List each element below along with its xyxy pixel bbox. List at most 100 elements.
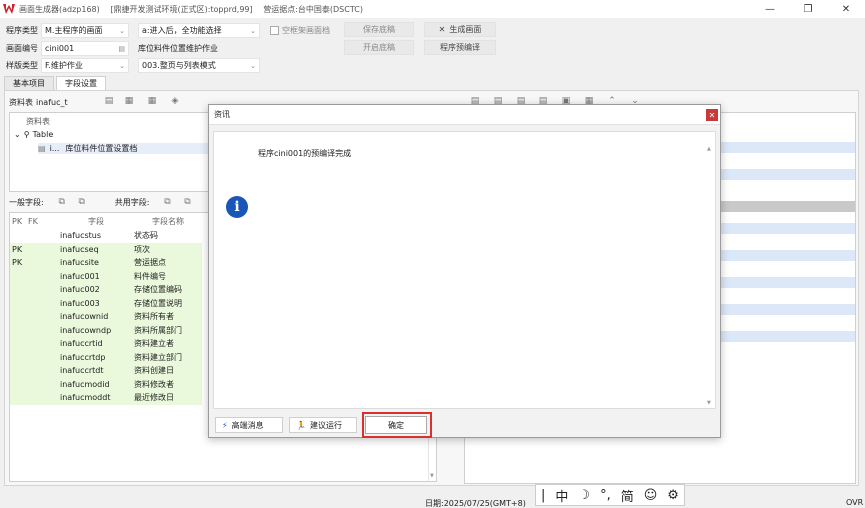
cell-name: 营运据点 (134, 258, 166, 268)
window-titlebar: 画面生成器(adzp168) [鼎捷开发测试环境(正式区):topprd,99]… (0, 0, 865, 18)
ime-lang-toggle[interactable]: 中 (555, 486, 568, 505)
app-title: 画面生成器(adzp168) (19, 4, 100, 14)
dialog-close-button[interactable]: ✕ (706, 109, 718, 121)
table-row[interactable]: inafucmodid 资料修改者 (10, 377, 202, 391)
lookup-icon[interactable]: ▤ (118, 45, 125, 53)
cell-field: inafuccrtdp (60, 352, 106, 362)
high-end-message-button[interactable]: ⚡ 高端消息 (215, 417, 283, 433)
table-row[interactable]: inafuccrtdt 资料创建日 (10, 364, 202, 378)
dialog-scrollbar[interactable]: ▲ ▼ (707, 146, 713, 406)
prog-type-label: 程序类型 (6, 25, 38, 35)
copy-icon[interactable]: ⧉ (57, 197, 67, 207)
cell-field: inafuccrtid (60, 339, 103, 349)
restore-button[interactable]: ❐ (789, 0, 827, 18)
shared-fields-label: 共用字段: (114, 197, 150, 207)
status-ovr: OVR (846, 498, 864, 507)
cell-name: 资料创建日 (134, 366, 174, 376)
cell-pk: PK (12, 258, 23, 268)
lightning-icon: ⚡ (222, 420, 228, 430)
punct-icon[interactable]: °, (600, 488, 611, 503)
empty-frame-checkbox[interactable] (270, 25, 279, 35)
table-settings-icon[interactable]: ▦ (124, 96, 134, 106)
pin-icon: ⚲ (23, 130, 30, 139)
tag-icon[interactable]: ◈ (170, 96, 180, 106)
minimize-button[interactable]: — (751, 0, 789, 18)
pre-compile-button[interactable]: 程序预编译 (424, 40, 496, 55)
emoji-icon[interactable]: ☺ (644, 488, 658, 503)
shared-copy-icon[interactable]: ⧉ (162, 197, 172, 207)
cell-name: 最近修改日 (134, 393, 174, 403)
table-row[interactable]: inafuc003 存储位置说明 (10, 296, 202, 310)
gear-icon[interactable]: ⚙ (667, 488, 679, 503)
table-row[interactable]: inafuccrtdp 资料建立部门 (10, 350, 202, 364)
copy-all-icon[interactable]: ⧉ (77, 197, 87, 207)
table-row[interactable]: inafucstus 状态码 (10, 229, 202, 243)
cell-pk: PK (12, 244, 23, 254)
cell-name: 资料所有者 (134, 312, 174, 322)
site-label: 营运据点:台中国泰(DSCTC) (263, 4, 363, 14)
cell-field: inafuc001 (60, 271, 100, 281)
scroll-down-icon[interactable]: ▼ (707, 400, 711, 406)
tree-root[interactable]: ⌄ ⚲ Table (14, 130, 53, 139)
cell-field: inafuc002 (60, 285, 100, 295)
dialog-body: 程序cini001的预编译完成 i ▲ ▼ (213, 131, 716, 409)
chevron-down-icon: ⌄ (119, 61, 125, 70)
general-fields-label: 一般字段: (9, 197, 44, 207)
suggest-run-button[interactable]: 🏃 建议运行 (289, 417, 357, 433)
tree-item-inafuc[interactable]: ▤ i... 库位料件位置设置档 (38, 143, 208, 154)
collapse-icon[interactable]: ⌄ (14, 130, 21, 139)
moon-icon[interactable]: ☽ (578, 488, 590, 503)
table-row[interactable]: inafucownid 资料所有者 (10, 310, 202, 324)
table-row[interactable]: inafuccrtid 资料建立者 (10, 337, 202, 351)
cell-name: 资料建立者 (134, 339, 174, 349)
cell-name: 资料所属部门 (134, 325, 182, 335)
shared-copy-all-icon[interactable]: ⧉ (182, 197, 192, 207)
tab-basic-items[interactable]: 基本项目 (4, 76, 54, 90)
simplified-toggle[interactable]: 简 (621, 486, 634, 505)
env-label: [鼎捷开发测试环境(正式区):topprd,99] (110, 4, 253, 14)
table-tree-panel: 资料表 ⌄ ⚲ Table ▤ i... 库位料件位置设置档 (9, 112, 209, 192)
gen-screen-icon: ✕ (438, 25, 446, 34)
cell-field: inafucstus (60, 231, 102, 241)
style-mode-select[interactable]: 003.整页与列表模式 ⌄ (138, 57, 260, 73)
table-row[interactable]: inafucowndp 资料所属部门 (10, 323, 202, 337)
style-type-label: 样版类型 (6, 60, 38, 70)
table-grid-icon[interactable]: ▦ (147, 96, 157, 106)
datatable-value: inafuc_t (36, 97, 68, 107)
cell-name: 状态码 (134, 231, 158, 241)
table-row[interactable]: PK inafucsite 营运据点 (10, 256, 202, 270)
chevron-down-icon: ⌄ (250, 26, 256, 35)
close-window-button[interactable]: ✕ (827, 0, 865, 18)
cell-name: 资料建立部门 (134, 352, 182, 362)
gen-screen-button[interactable]: ✕ 生成画面 (424, 22, 496, 37)
screen-no-input[interactable]: cini001 ▤ (41, 40, 129, 56)
table-row[interactable]: inafuc001 料件编号 (10, 269, 202, 283)
datatable-label: 资料表 (9, 97, 33, 107)
tree-header: 资料表 (26, 117, 50, 126)
cell-field: inafuccrtdt (60, 366, 104, 376)
scroll-down-icon[interactable]: ▼ (430, 473, 434, 479)
ok-button[interactable]: 确定 (365, 416, 427, 434)
table-row[interactable]: inafucmoddt 最近修改日 (10, 391, 202, 405)
status-date: 日期:2025/07/25(GMT+8) (425, 499, 526, 508)
table-row[interactable]: PK inafucseq 项次 (10, 242, 202, 256)
empty-frame-label: 空框架画面档 (282, 25, 330, 35)
open-draft-button[interactable]: 开启底稿 (344, 40, 414, 55)
cell-field: inafucmoddt (60, 393, 111, 403)
prog-type-select[interactable]: M.主程序的画面 ⌄ (41, 22, 129, 38)
search-table-icon[interactable]: ▤ (104, 96, 114, 106)
entry-mode-select[interactable]: a:进入后，全功能选择 ⌄ (138, 22, 260, 38)
tab-field-settings[interactable]: 字段设置 (56, 76, 106, 90)
scroll-up-icon[interactable]: ▲ (707, 146, 711, 152)
ime-cursor-icon[interactable]: | (541, 488, 545, 503)
style-type-select[interactable]: F.维护作业 ⌄ (41, 57, 129, 73)
save-draft-button[interactable]: 保存底稿 (344, 22, 414, 37)
chevron-down-icon: ⌄ (119, 26, 125, 35)
ime-toolbar: | 中 ☽ °, 简 ☺ ⚙ (535, 484, 685, 506)
run-icon: 🏃 (296, 420, 306, 430)
cell-field: inafucmodid (60, 379, 110, 389)
cell-name: 存储位置编码 (134, 285, 182, 295)
cell-field: inafucseq (60, 244, 99, 254)
table-row[interactable]: inafuc002 存储位置编码 (10, 283, 202, 297)
dialog-title: 资讯 (214, 110, 230, 119)
